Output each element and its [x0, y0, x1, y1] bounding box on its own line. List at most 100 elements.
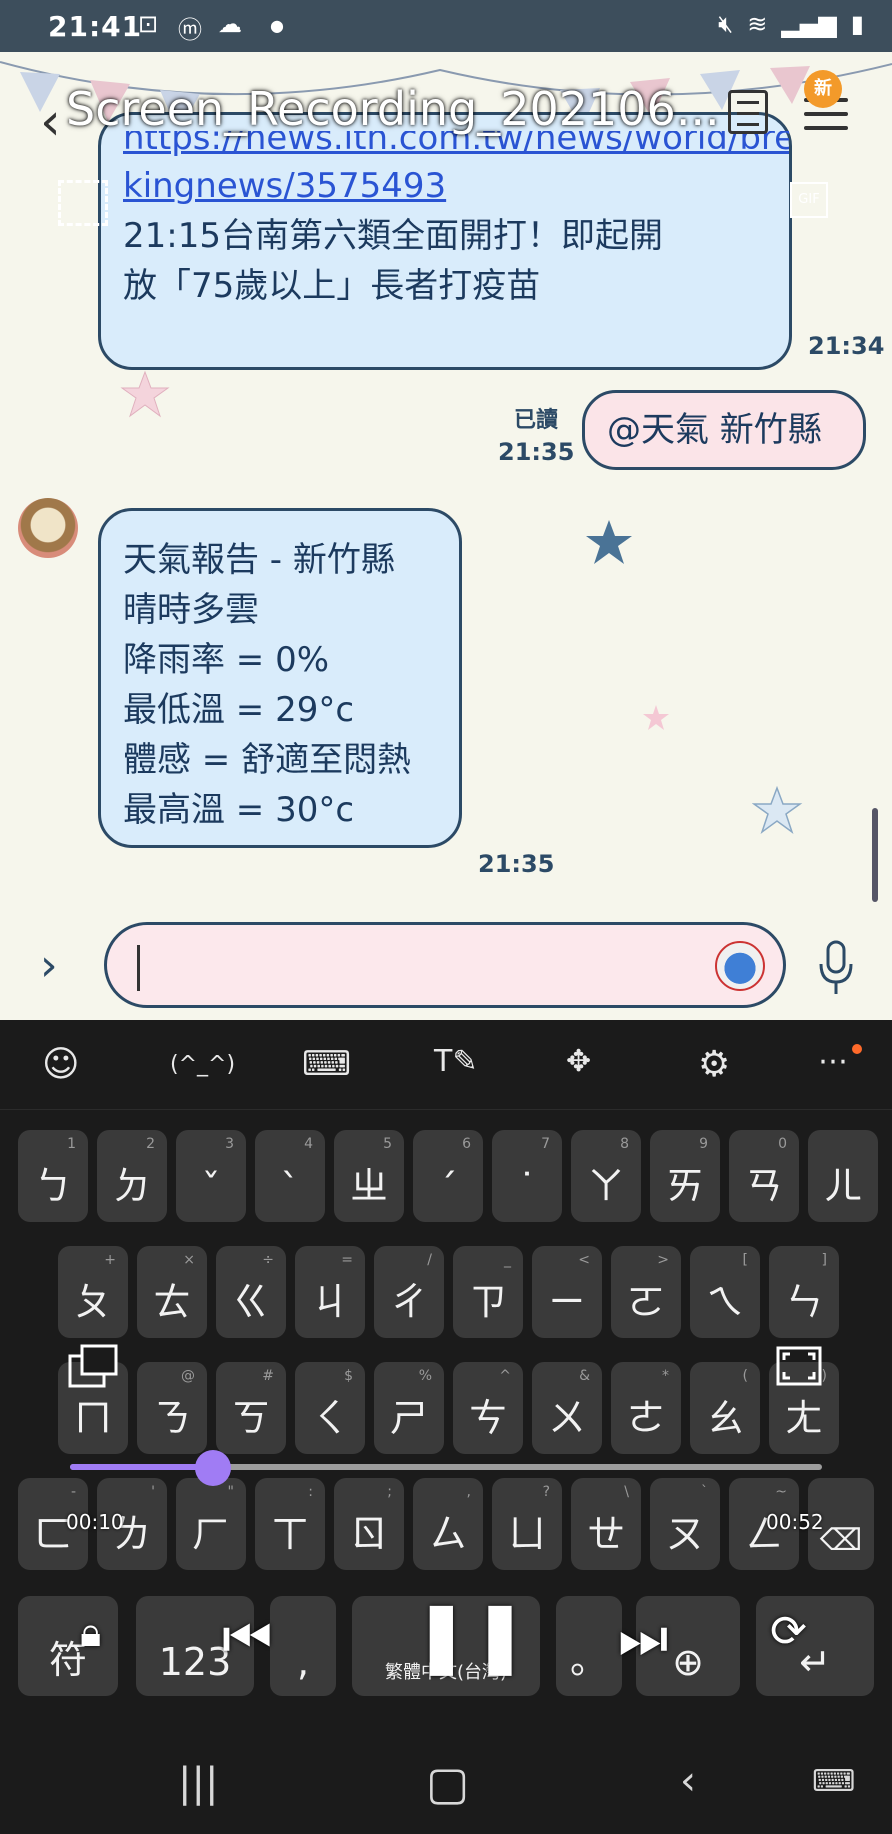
- key-secondary-label: 0: [778, 1136, 787, 1152]
- key-label: ㄙ: [428, 1512, 467, 1556]
- key-row4-2[interactable]: " ㄏ: [176, 1478, 246, 1570]
- key-row4-7[interactable]: \ ㄝ: [571, 1478, 641, 1570]
- symbols-key[interactable]: 符: [18, 1596, 118, 1696]
- comma-key-label: ,: [296, 1640, 310, 1684]
- settings-icon[interactable]: ⚙: [698, 1044, 730, 1085]
- key-secondary-label: 7: [541, 1136, 550, 1152]
- navigation-bar: ||| ▢ ‹ ⌨: [0, 1734, 892, 1834]
- key-secondary-label: +: [104, 1252, 116, 1268]
- key-row1-7[interactable]: 8ㄚ: [571, 1130, 641, 1222]
- rewind-icon[interactable]: ⏮: [222, 1606, 272, 1672]
- kaomoji-button[interactable]: (^_^): [170, 1052, 235, 1077]
- key-row1-6[interactable]: 7 ˙: [492, 1130, 562, 1222]
- key-row1-0[interactable]: 1ㄅ: [18, 1130, 88, 1222]
- pause-icon[interactable]: ❚❚: [412, 1594, 529, 1676]
- key-secondary-label: #: [262, 1368, 274, 1384]
- key-row2-1[interactable]: × ㄊ: [137, 1246, 207, 1338]
- key-row3-5[interactable]: ^ ㄘ: [453, 1362, 523, 1454]
- key-row2-4[interactable]: / ㄔ: [374, 1246, 444, 1338]
- comma-key[interactable]: ,: [270, 1596, 336, 1696]
- popup-window-icon[interactable]: [68, 1344, 120, 1390]
- key-label: ㄝ: [586, 1512, 625, 1556]
- video-progress-knob[interactable]: [195, 1450, 231, 1486]
- period-key[interactable]: 。: [556, 1596, 622, 1696]
- message-bubble-2[interactable]: @天氣 新竹縣: [582, 390, 866, 470]
- rotate-icon[interactable]: ⟳: [770, 1606, 807, 1657]
- keyboard: ☺ (^_^) ⌨ T✎ ✥ ⚙ ⋯ 1 ㄅ 2 ㄉ 3 ˇ 4 ˋ 5 ㄓ 6 ˊ 7 ˙ 8 ㄚ 9 ㄞ 0 ㄢㄦ…: [0, 1020, 892, 1834]
- message-text-line: 21:15台南第六類全面開打！即起開: [123, 216, 663, 256]
- expand-icon[interactable]: ›: [40, 940, 58, 991]
- avatar[interactable]: [18, 498, 78, 558]
- key-row1-4[interactable]: 5ㄓ: [334, 1130, 404, 1222]
- emoji-icon[interactable]: ☺: [42, 1044, 80, 1085]
- key-row1-9[interactable]: 0ㄢ: [729, 1130, 799, 1222]
- message-input-box[interactable]: [104, 922, 786, 1008]
- key-label: ㄓ: [349, 1164, 388, 1208]
- chat-area[interactable]: https://news.ltn.com.tw/news/world/brea …: [0, 52, 892, 1020]
- gif-icon[interactable]: GIF: [790, 182, 828, 218]
- recent-apps-icon[interactable]: |||: [178, 1760, 218, 1806]
- key-row4-6[interactable]: ? ㄩ: [492, 1478, 562, 1570]
- home-icon[interactable]: ▢: [426, 1756, 469, 1810]
- key-label: ㄏ: [191, 1512, 230, 1556]
- key-row3-8[interactable]: (ㄠ: [690, 1362, 760, 1454]
- key-row2-2[interactable]: ÷ ㄍ: [216, 1246, 286, 1338]
- forward-icon[interactable]: ⏭: [618, 1606, 668, 1672]
- dot-icon: ●: [270, 16, 284, 35]
- key-row2-3[interactable]: = ㄐ: [295, 1246, 365, 1338]
- back-nav-icon[interactable]: ‹: [680, 1758, 696, 1804]
- scrollbar[interactable]: [872, 808, 878, 902]
- microphone-icon[interactable]: [816, 940, 856, 996]
- key-row3-3[interactable]: $ ㄑ: [295, 1362, 365, 1454]
- sticker-icon[interactable]: [715, 941, 765, 991]
- key-row4-5[interactable]: ,ㄙ: [413, 1478, 483, 1570]
- key-label: ㄟ: [705, 1280, 744, 1324]
- key-row2-6[interactable]: < ㄧ: [532, 1246, 602, 1338]
- key-row1-5[interactable]: 6ˊ: [413, 1130, 483, 1222]
- key-row3-1[interactable]: @ ㄋ: [137, 1362, 207, 1454]
- key-secondary-label: 1: [67, 1136, 76, 1152]
- message-bubble-3[interactable]: 天氣報告 - 新竹縣 晴時多雲 降雨率 = 0% 最低溫 = 29°c 體感 =…: [98, 508, 462, 848]
- lock-icon[interactable]: 🔒︎: [80, 1610, 101, 1656]
- key-row4-3[interactable]: :ㄒ: [255, 1478, 325, 1570]
- notes-icon[interactable]: [728, 90, 768, 134]
- back-icon[interactable]: ‹: [40, 92, 61, 152]
- key-row2-7[interactable]: > ㄛ: [611, 1246, 681, 1338]
- key-row4-8[interactable]: ` ㄡ: [650, 1478, 720, 1570]
- text-style-icon[interactable]: T✎: [434, 1044, 477, 1079]
- key-label: ㄉ: [112, 1164, 151, 1208]
- weather-line: 晴時多雲: [123, 590, 259, 630]
- message-time-3: 21:35: [478, 850, 555, 878]
- key-row1-8[interactable]: 9ㄞ: [650, 1130, 720, 1222]
- key-row2-8[interactable]: [ㄟ: [690, 1246, 760, 1338]
- fullscreen-icon[interactable]: [776, 1346, 822, 1386]
- keyboard-icon[interactable]: ⌨: [302, 1044, 351, 1084]
- key-row1-1[interactable]: 2ㄉ: [97, 1130, 167, 1222]
- key-secondary-label: ): [821, 1368, 827, 1384]
- key-row1-2[interactable]: 3ˇ: [176, 1130, 246, 1222]
- key-row2-0[interactable]: + ㄆ: [58, 1246, 128, 1338]
- key-row2-9[interactable]: ] ㄣ: [769, 1246, 839, 1338]
- key-row1-3[interactable]: 4ˋ: [255, 1130, 325, 1222]
- screenshot-capture-icon[interactable]: [58, 180, 108, 226]
- signal-icon: ▂▄▆: [781, 10, 837, 38]
- key-row3-6[interactable]: & ㄨ: [532, 1362, 602, 1454]
- key-row1-10[interactable]: ㄦ: [808, 1130, 878, 1222]
- notification-dot: [852, 1044, 862, 1054]
- keyboard-hide-icon[interactable]: ⌨: [812, 1764, 855, 1799]
- key-row2-5[interactable]: _ ㄗ: [453, 1246, 523, 1338]
- message-input[interactable]: [137, 925, 697, 1005]
- key-row4-4[interactable]: ; ㄖ: [334, 1478, 404, 1570]
- move-icon[interactable]: ✥: [566, 1044, 591, 1079]
- key-row3-4[interactable]: % ㄕ: [374, 1362, 444, 1454]
- screenshot-icon: ⊡: [138, 10, 159, 38]
- status-time: 21:41: [48, 10, 143, 43]
- key-secondary-label: 2: [146, 1136, 155, 1152]
- more-icon[interactable]: ⋯: [818, 1044, 848, 1079]
- key-row3-7[interactable]: * ㄜ: [611, 1362, 681, 1454]
- period-key-label: 。: [569, 1638, 608, 1682]
- message-time-2: 21:35: [498, 438, 575, 466]
- key-secondary-label: :: [308, 1484, 313, 1500]
- key-label: ˇ: [201, 1166, 221, 1210]
- key-row3-2[interactable]: # ㄎ: [216, 1362, 286, 1454]
